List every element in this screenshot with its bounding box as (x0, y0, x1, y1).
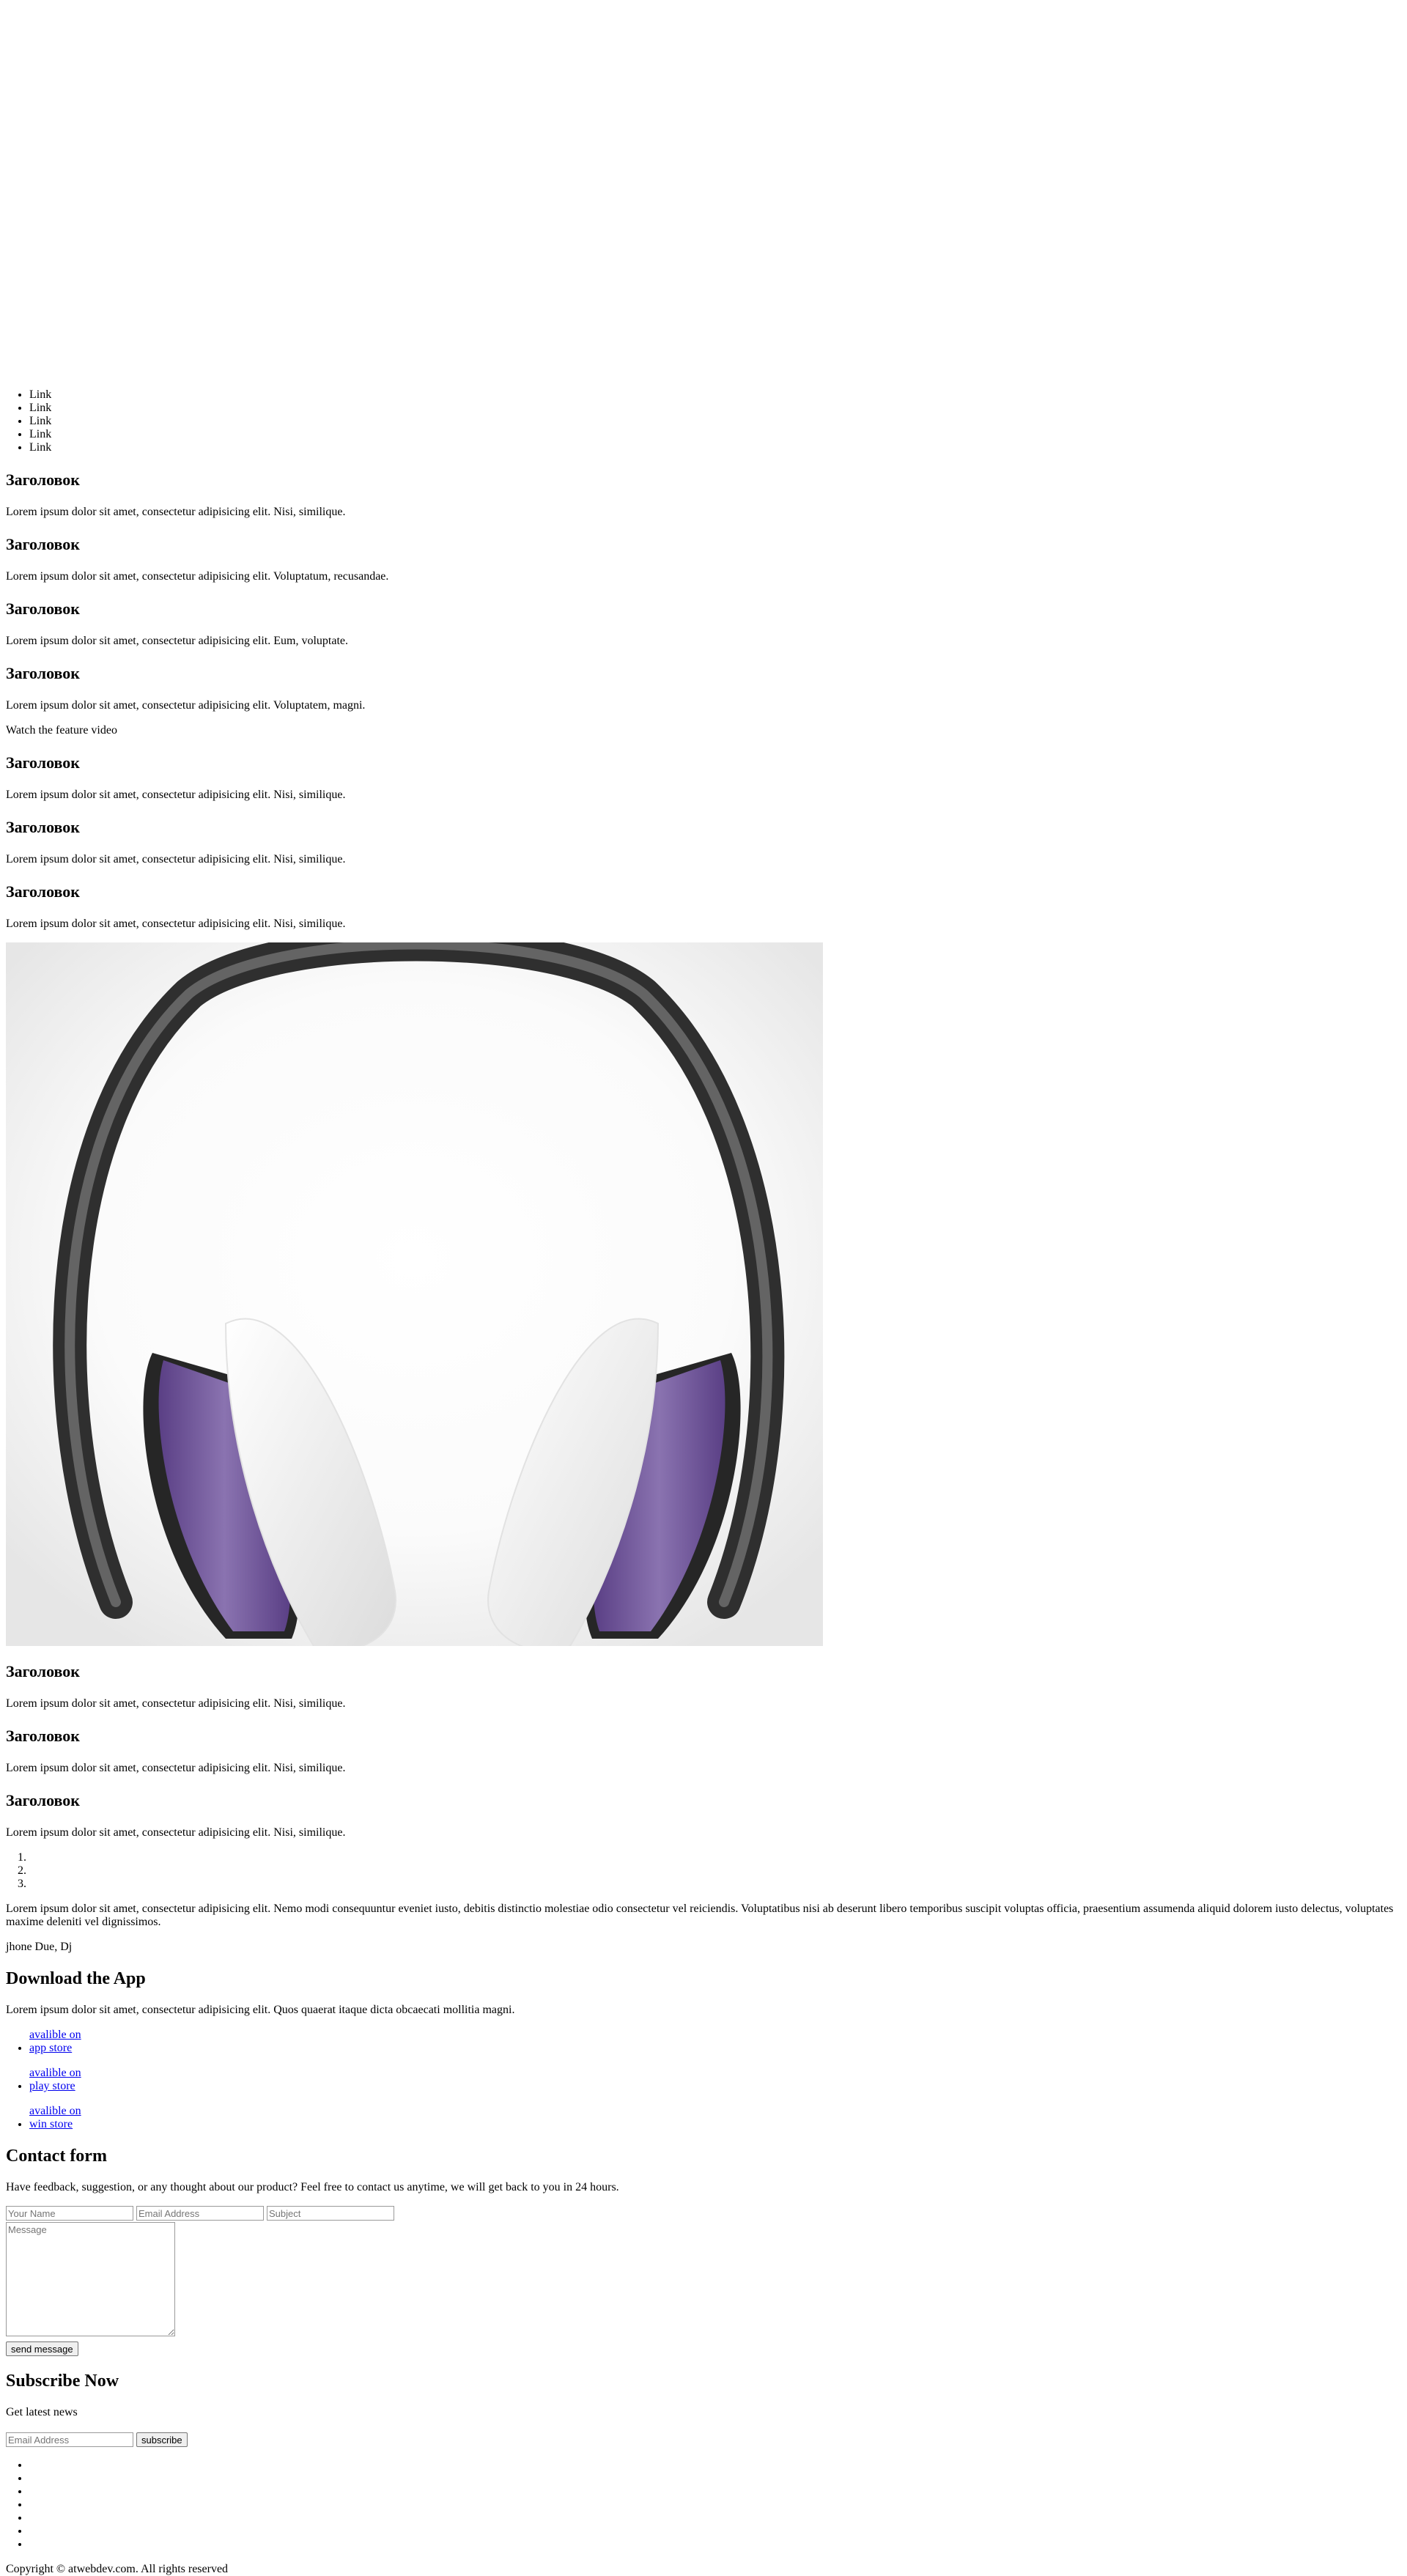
feature-text: Lorem ipsum dolor sit amet, consectetur … (6, 1762, 346, 1774)
nav-item[interactable]: Link (29, 415, 1407, 428)
contact-form: send message (6, 2206, 1401, 2356)
footer: Copyright © atwebdev.com. All rights res… (0, 2563, 1407, 2576)
nav-link[interactable]: Link (29, 415, 51, 427)
feature-title: Заголовок (6, 1662, 80, 1680)
social-link[interactable] (29, 2538, 1407, 2551)
social-link[interactable] (29, 2459, 1407, 2472)
subscribe-title: Subscribe Now (6, 2372, 119, 2391)
feature-item: Заголовок Lorem ipsum dolor sit amet, co… (6, 818, 1401, 866)
message-textarea[interactable] (6, 2222, 175, 2336)
contact-section: Contact form Have feedback, suggestion, … (0, 2146, 1407, 2447)
subscribe-text: Get latest news (6, 2406, 78, 2418)
feature-title: Заголовок (6, 664, 80, 682)
store-link-line: avalible on (29, 2105, 81, 2117)
store-link-line: avalible on (29, 2029, 81, 2041)
social-link[interactable] (29, 2485, 1407, 2498)
feature-title: Заголовок (6, 818, 80, 836)
send-message-button[interactable]: send message (6, 2341, 78, 2356)
contact-text: Have feedback, suggestion, or any though… (6, 2181, 619, 2193)
feature-item: Заголовок Lorem ipsum dolor sit amet, co… (6, 1662, 1401, 1710)
store-link-line: avalible on (29, 2067, 81, 2079)
feature-title: Заголовок (6, 535, 80, 553)
feature-text: Lorem ipsum dolor sit amet, consectetur … (6, 570, 389, 583)
store-link-item: avalible onapp store (29, 2029, 1407, 2055)
feature-title: Заголовок (6, 882, 80, 901)
testimonial-text: Lorem ipsum dolor sit amet, consectetur … (6, 1903, 1394, 1928)
feature-title: Заголовок (6, 470, 80, 489)
feature-text: Lorem ipsum dolor sit amet, consectetur … (6, 918, 346, 930)
nav-item[interactable]: Link (29, 402, 1407, 415)
download-title: Download the App (6, 1969, 146, 1988)
feature-item: Заголовок Lorem ipsum dolor sit amet, co… (6, 882, 1401, 931)
store-link-item: avalible onplay store (29, 2067, 1407, 2093)
contact-fields-row (6, 2206, 1401, 2221)
subject-input[interactable] (267, 2206, 394, 2221)
nav-item[interactable]: Link (29, 441, 1407, 454)
testimonial-section: Lorem ipsum dolor sit amet, consectetur … (0, 1903, 1407, 2017)
download-text: Lorem ipsum dolor sit amet, consectetur … (6, 2004, 515, 2016)
store-link-line: app store (29, 2042, 73, 2054)
email-input[interactable] (136, 2206, 264, 2221)
slider-indicator[interactable] (29, 1864, 1407, 1878)
store-link-item: avalible onwin store (29, 2105, 1407, 2131)
social-link[interactable] (29, 2472, 1407, 2485)
feature-text: Lorem ipsum dolor sit amet, consectetur … (6, 699, 366, 712)
feature-item: Заголовок Lorem ipsum dolor sit amet, co… (6, 1791, 1401, 1839)
app-store-link[interactable]: avalible on app store (29, 2029, 88, 2055)
contact-title: Contact form (6, 2147, 107, 2166)
win-store-link[interactable]: avalible on win store (29, 2105, 88, 2131)
feature-text: Lorem ipsum dolor sit amet, consectetur … (6, 1826, 346, 1839)
store-link-line: play store (29, 2080, 75, 2092)
feature-text: Lorem ipsum dolor sit amet, consectetur … (6, 853, 346, 866)
name-input[interactable] (6, 2206, 133, 2221)
nav-item[interactable]: Link (29, 388, 1407, 402)
nav-menu: Link Link Link Link Link (0, 388, 1407, 454)
feature-title: Заголовок (6, 1727, 80, 1745)
feature-title: Заголовок (6, 599, 80, 618)
feature-text: Lorem ipsum dolor sit amet, consectetur … (6, 789, 346, 801)
watch-video-link[interactable]: Watch the feature video (6, 724, 1401, 737)
social-link[interactable] (29, 2525, 1407, 2538)
feature-title: Заголовок (6, 753, 80, 772)
feature-item: Заголовок Lorem ipsum dolor sit amet, co… (6, 664, 1401, 712)
store-link-line: win store (29, 2118, 73, 2130)
nav-link[interactable]: Link (29, 388, 51, 401)
feature-item: Заголовок Lorem ipsum dolor sit amet, co… (6, 535, 1401, 583)
feature-item: Заголовок Lorem ipsum dolor sit amet, co… (6, 1727, 1401, 1775)
nav-item[interactable]: Link (29, 428, 1407, 441)
social-links-list (0, 2459, 1407, 2551)
feature-title: Заголовок (6, 1791, 80, 1809)
slider-indicator[interactable] (29, 1851, 1407, 1864)
social-link[interactable] (29, 2498, 1407, 2512)
testimonial-author: jhone Due, Dj (6, 1941, 73, 1953)
header-background-area (0, 0, 1407, 388)
subscribe-form: subscribe (6, 2431, 1401, 2447)
nav-link[interactable]: Link (29, 441, 51, 454)
nav-link[interactable]: Link (29, 402, 51, 414)
feature-item: Заголовок Lorem ipsum dolor sit amet, co… (6, 599, 1401, 648)
nav-link[interactable]: Link (29, 428, 51, 440)
feature-text: Lorem ipsum dolor sit amet, consectetur … (6, 1697, 346, 1710)
features-top-section: Заголовок Lorem ipsum dolor sit amet, co… (0, 470, 1407, 1839)
headphones-image (6, 942, 823, 1646)
subscribe-button[interactable]: subscribe (136, 2432, 188, 2447)
subscribe-email-input[interactable] (6, 2432, 133, 2447)
feature-item: Заголовок Lorem ipsum dolor sit amet, co… (6, 753, 1401, 802)
play-store-link[interactable]: avalible on play store (29, 2067, 88, 2093)
feature-item: Заголовок Lorem ipsum dolor sit amet, co… (6, 470, 1401, 519)
copyright-text: Copyright © atwebdev.com. All rights res… (6, 2563, 229, 2575)
feature-text: Lorem ipsum dolor sit amet, consectetur … (6, 635, 349, 647)
feature-text: Lorem ipsum dolor sit amet, consectetur … (6, 506, 346, 518)
social-link[interactable] (29, 2512, 1407, 2525)
slider-indicator[interactable] (29, 1878, 1407, 1891)
store-links-list: avalible onapp store avalible onplay sto… (0, 2029, 1407, 2131)
testimonial-slider-indicators (0, 1851, 1407, 1891)
